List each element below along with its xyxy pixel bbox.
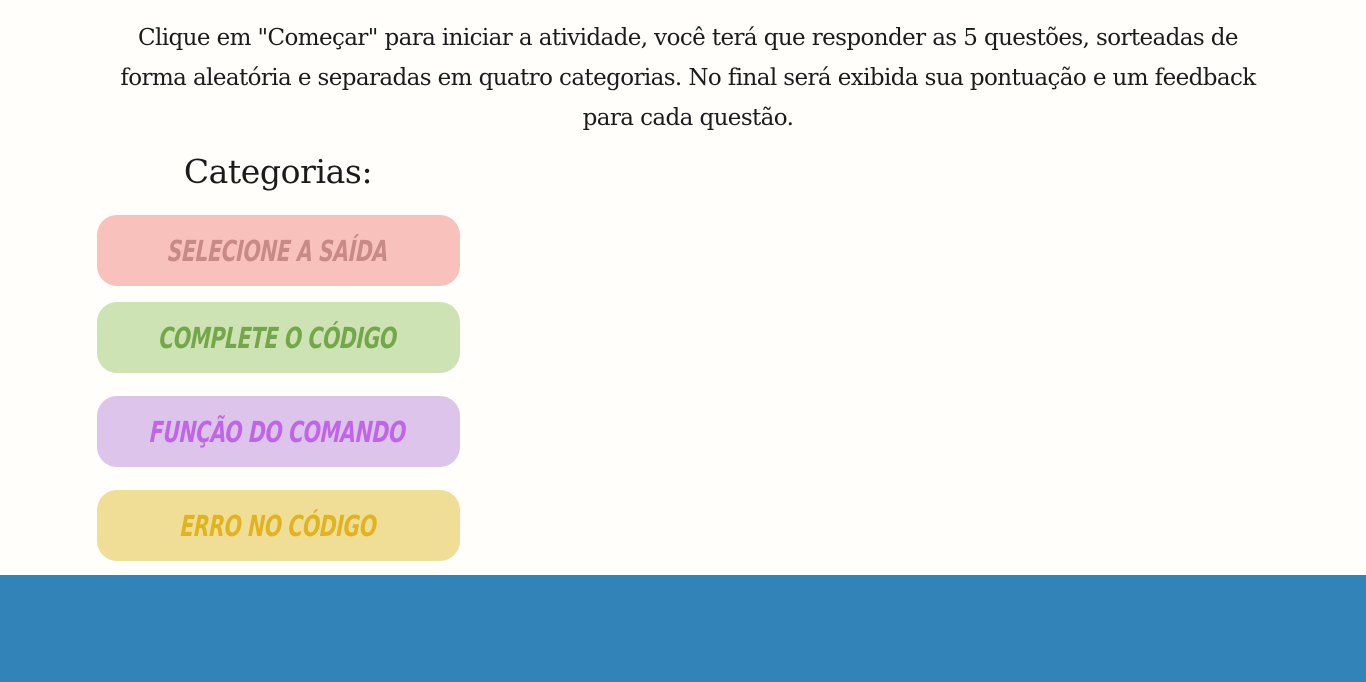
category-label: COMPLETE O CÓDIGO	[158, 320, 399, 355]
category-command-function-button[interactable]: FUNÇÃO DO COMANDO	[97, 396, 460, 467]
footer-band	[0, 575, 1366, 682]
category-label: SELECIONE A SAÍDA	[167, 233, 390, 268]
category-code-error-button[interactable]: ERRO NO CÓDIGO	[97, 490, 460, 561]
category-complete-code-button[interactable]: COMPLETE O CÓDIGO	[97, 302, 460, 373]
category-label: ERRO NO CÓDIGO	[179, 508, 378, 543]
category-label: FUNÇÃO DO COMANDO	[149, 414, 408, 449]
category-select-output-button[interactable]: SELECIONE A SAÍDA	[97, 215, 460, 286]
instructions-text: Clique em "Começar" para iniciar a ativi…	[120, 25, 1256, 131]
categories-heading: Categorias:	[183, 152, 373, 191]
